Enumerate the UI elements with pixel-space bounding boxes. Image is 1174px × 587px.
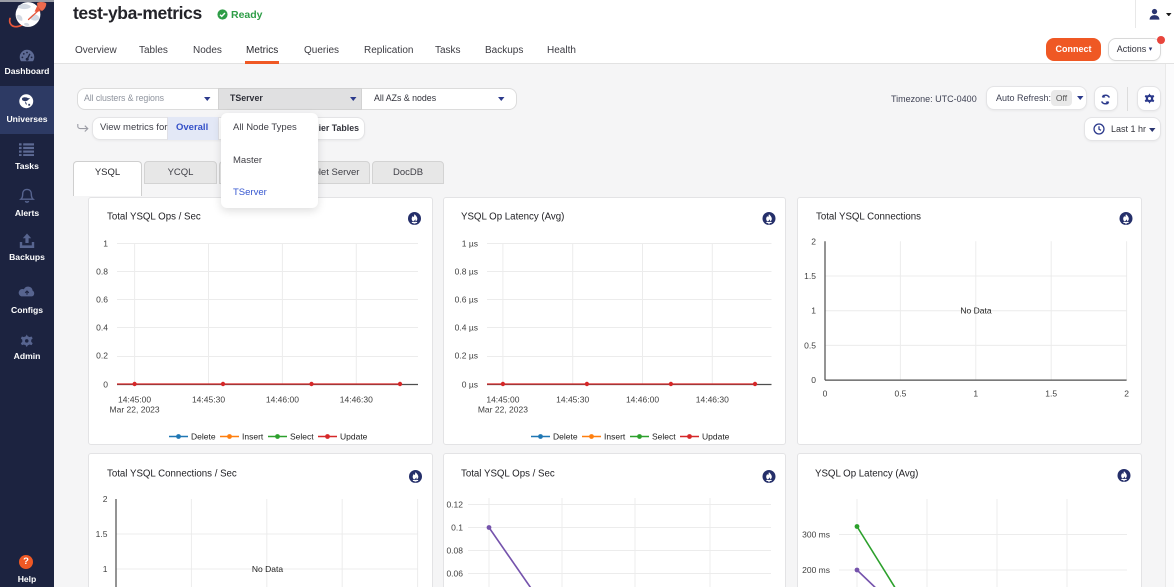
svg-text:0.08: 0.08 bbox=[446, 546, 463, 556]
svg-text:Total YSQL Ops / Sec: Total YSQL Ops / Sec bbox=[107, 212, 201, 223]
svg-text:0.2 µs: 0.2 µs bbox=[455, 351, 478, 361]
svg-text:0: 0 bbox=[103, 380, 108, 390]
svg-text:0: 0 bbox=[811, 375, 816, 385]
svg-text:Select: Select bbox=[290, 432, 314, 442]
svg-text:200 ms: 200 ms bbox=[802, 565, 830, 575]
svg-text:Delete: Delete bbox=[553, 432, 578, 442]
svg-text:14:45:30: 14:45:30 bbox=[556, 395, 589, 405]
svg-text:Select: Select bbox=[652, 432, 676, 442]
svg-text:14:46:30: 14:46:30 bbox=[696, 395, 729, 405]
svg-text:14:46:30: 14:46:30 bbox=[340, 395, 373, 405]
svg-text:14:46:00: 14:46:00 bbox=[626, 395, 659, 405]
svg-text:0.5: 0.5 bbox=[894, 389, 906, 399]
svg-text:No Data: No Data bbox=[960, 306, 991, 316]
svg-text:Update: Update bbox=[702, 432, 730, 442]
svg-text:0.4 µs: 0.4 µs bbox=[455, 323, 478, 333]
svg-text:0.5: 0.5 bbox=[804, 340, 816, 350]
svg-text:1: 1 bbox=[103, 564, 108, 574]
svg-text:Insert: Insert bbox=[604, 432, 626, 442]
svg-text:Mar 22, 2023: Mar 22, 2023 bbox=[110, 405, 160, 415]
svg-text:Total YSQL Connections / Sec: Total YSQL Connections / Sec bbox=[107, 469, 237, 480]
svg-text:0.2: 0.2 bbox=[96, 351, 108, 361]
svg-text:YSQL Op Latency (Avg): YSQL Op Latency (Avg) bbox=[461, 212, 564, 223]
svg-text:0.1: 0.1 bbox=[451, 523, 463, 533]
svg-text:2: 2 bbox=[103, 494, 108, 504]
svg-text:14:45:00: 14:45:00 bbox=[486, 395, 519, 405]
svg-text:YSQL Op Latency (Avg): YSQL Op Latency (Avg) bbox=[815, 469, 918, 480]
svg-text:Update: Update bbox=[340, 432, 368, 442]
svg-text:1: 1 bbox=[973, 389, 978, 399]
svg-text:Total YSQL Ops / Sec: Total YSQL Ops / Sec bbox=[461, 469, 555, 480]
svg-text:0.06: 0.06 bbox=[446, 569, 463, 579]
svg-text:0.8: 0.8 bbox=[96, 267, 108, 277]
svg-text:0.12: 0.12 bbox=[446, 500, 463, 510]
svg-text:1.5: 1.5 bbox=[1045, 389, 1057, 399]
svg-text:Delete: Delete bbox=[191, 432, 216, 442]
svg-text:2: 2 bbox=[811, 236, 816, 246]
svg-text:No Data: No Data bbox=[252, 564, 283, 574]
svg-text:Total YSQL Connections: Total YSQL Connections bbox=[816, 212, 921, 223]
svg-text:2: 2 bbox=[1124, 389, 1129, 399]
svg-text:Mar 22, 2023: Mar 22, 2023 bbox=[478, 405, 528, 415]
svg-text:1: 1 bbox=[811, 306, 816, 316]
svg-text:14:45:30: 14:45:30 bbox=[192, 395, 225, 405]
svg-text:0.8 µs: 0.8 µs bbox=[455, 267, 478, 277]
svg-text:0: 0 bbox=[823, 389, 828, 399]
svg-text:0.6 µs: 0.6 µs bbox=[455, 295, 478, 305]
svg-text:1: 1 bbox=[103, 239, 108, 249]
svg-text:1.5: 1.5 bbox=[96, 529, 108, 539]
svg-text:0 µs: 0 µs bbox=[462, 380, 478, 390]
svg-text:14:45:00: 14:45:00 bbox=[118, 395, 151, 405]
svg-text:0.4: 0.4 bbox=[96, 323, 108, 333]
svg-text:300 ms: 300 ms bbox=[802, 530, 830, 540]
svg-text:Insert: Insert bbox=[242, 432, 264, 442]
svg-text:1.5: 1.5 bbox=[804, 271, 816, 281]
svg-text:1 µs: 1 µs bbox=[462, 239, 478, 249]
svg-text:14:46:00: 14:46:00 bbox=[266, 395, 299, 405]
svg-text:0.6: 0.6 bbox=[96, 295, 108, 305]
